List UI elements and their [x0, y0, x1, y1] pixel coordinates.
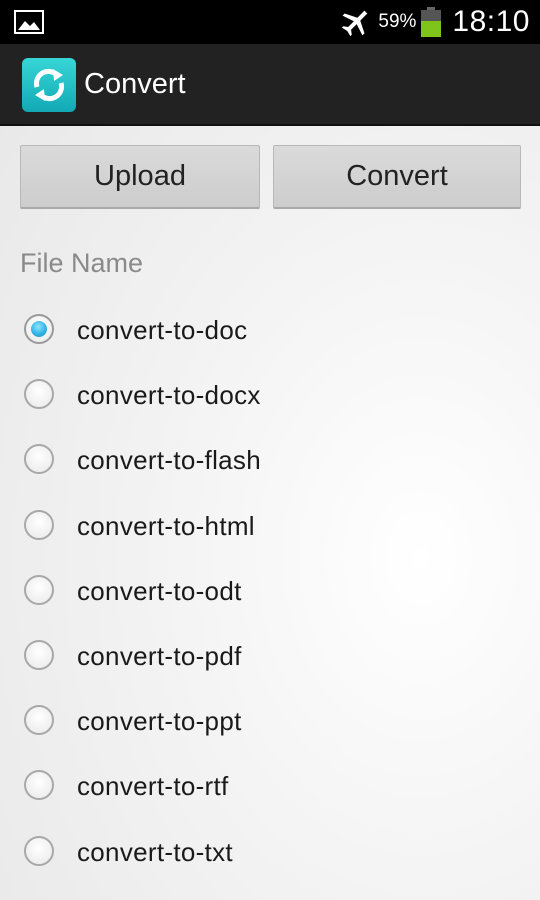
airplane-mode-icon	[342, 10, 368, 37]
action-bar: Convert	[0, 44, 540, 126]
battery-percent: 59%	[378, 11, 417, 32]
file-type-radio-group: convert-to-doc convert-to-docx convert-t…	[0, 298, 540, 885]
refresh-arrows-icon	[33, 68, 65, 102]
radio-button[interactable]	[24, 770, 54, 801]
radio-button[interactable]	[24, 705, 54, 736]
radio-option-convert-to-doc[interactable]: convert-to-doc	[0, 298, 540, 363]
radio-label: convert-to-flash	[77, 445, 261, 476]
battery-icon	[421, 7, 442, 37]
radio-button[interactable]	[24, 639, 54, 670]
file-name-label: File Name	[20, 248, 144, 278]
convert-button[interactable]: Convert	[273, 145, 521, 209]
upload-button[interactable]: Upload	[20, 145, 260, 209]
radio-option-convert-to-ppt[interactable]: convert-to-ppt	[0, 689, 540, 754]
status-icons: 59% 18:10	[340, 0, 530, 44]
radio-button[interactable]	[24, 835, 54, 866]
radio-label: convert-to-pdf	[77, 640, 242, 671]
radio-button[interactable]	[24, 444, 54, 475]
radio-button[interactable]	[24, 509, 54, 540]
radio-button[interactable]	[24, 379, 54, 410]
radio-button-checked[interactable]	[24, 314, 54, 344]
radio-option-convert-to-odt[interactable]: convert-to-odt	[0, 559, 540, 624]
radio-option-convert-to-flash[interactable]: convert-to-flash	[0, 428, 540, 493]
radio-option-convert-to-docx[interactable]: convert-to-docx	[0, 363, 540, 428]
radio-label: convert-to-docx	[77, 380, 261, 411]
status-bar: 59% 18:10	[0, 0, 540, 44]
clock: 18:10	[452, 5, 530, 38]
gallery-icon	[14, 10, 44, 34]
radio-label: convert-to-html	[77, 510, 255, 541]
radio-label: convert-to-odt	[77, 575, 242, 606]
radio-label: convert-to-txt	[77, 836, 233, 867]
radio-option-convert-to-pdf[interactable]: convert-to-pdf	[0, 624, 540, 689]
app-title: Convert	[84, 68, 186, 100]
radio-option-convert-to-html[interactable]: convert-to-html	[0, 494, 540, 559]
radio-option-convert-to-rtf[interactable]: convert-to-rtf	[0, 754, 540, 819]
radio-label: convert-to-ppt	[77, 706, 242, 737]
radio-button[interactable]	[24, 574, 54, 605]
radio-option-convert-to-txt[interactable]: convert-to-txt	[0, 820, 540, 885]
radio-label: convert-to-doc	[77, 315, 248, 345]
app-icon[interactable]	[22, 58, 76, 112]
radio-label: convert-to-rtf	[77, 771, 229, 802]
